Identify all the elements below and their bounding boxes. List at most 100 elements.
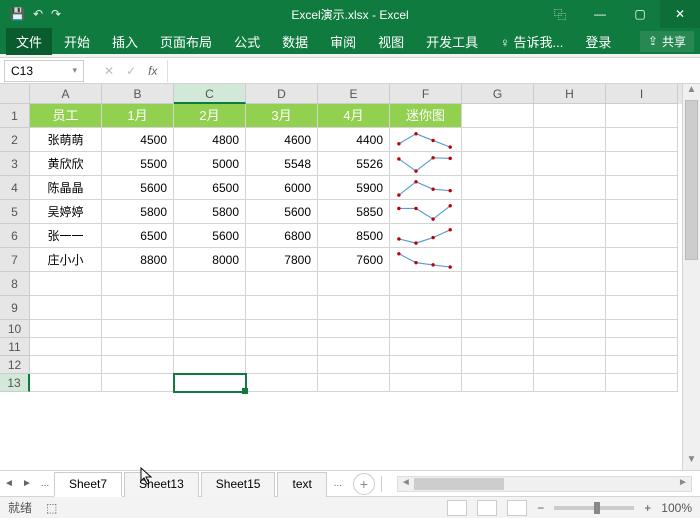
cell[interactable]: [462, 320, 534, 338]
page-layout-view-button[interactable]: [477, 500, 497, 516]
ribbon-options-icon[interactable]: ⿻: [540, 0, 580, 28]
cell[interactable]: [318, 272, 390, 296]
col-header-D[interactable]: D: [246, 84, 318, 104]
cell[interactable]: [318, 356, 390, 374]
cell[interactable]: [174, 272, 246, 296]
name-box[interactable]: C13 ▾: [4, 60, 84, 82]
close-button[interactable]: ✕: [660, 0, 700, 28]
cell[interactable]: [462, 296, 534, 320]
sheet-tab-Sheet13[interactable]: Sheet13: [124, 472, 199, 497]
row-header-11[interactable]: 11: [0, 338, 30, 356]
cell[interactable]: [606, 200, 678, 224]
minimize-button[interactable]: —: [580, 0, 620, 28]
cell[interactable]: [534, 320, 606, 338]
sparkline-cell[interactable]: [390, 176, 462, 200]
ribbon-tab-数据[interactable]: 数据: [272, 28, 318, 55]
cell[interactable]: [606, 272, 678, 296]
data-cell[interactable]: 6500: [102, 224, 174, 248]
cell[interactable]: [318, 338, 390, 356]
data-cell[interactable]: 8800: [102, 248, 174, 272]
cell[interactable]: [606, 128, 678, 152]
zoom-level[interactable]: 100%: [661, 501, 692, 515]
add-sheet-button[interactable]: +: [353, 473, 375, 495]
cell[interactable]: [462, 338, 534, 356]
ribbon-tab-插入[interactable]: 插入: [102, 28, 148, 55]
data-cell[interactable]: 5800: [174, 200, 246, 224]
table-header[interactable]: 迷你图: [390, 104, 462, 128]
cell[interactable]: [606, 338, 678, 356]
col-header-C[interactable]: C: [174, 84, 246, 104]
cell[interactable]: [246, 338, 318, 356]
cell[interactable]: [174, 374, 246, 392]
sheet-tab-Sheet15[interactable]: Sheet15: [201, 472, 276, 497]
zoom-in-button[interactable]: +: [644, 501, 651, 515]
scroll-right-icon[interactable]: ►: [675, 477, 691, 491]
ribbon-tell_me[interactable]: ♀ 告诉我...: [490, 28, 573, 55]
ribbon-tab-视图[interactable]: 视图: [368, 28, 414, 55]
data-cell[interactable]: 5600: [102, 176, 174, 200]
row-header-1[interactable]: 1: [0, 104, 30, 128]
sparkline-cell[interactable]: [390, 152, 462, 176]
employee-name[interactable]: 庄小小: [30, 248, 102, 272]
data-cell[interactable]: 4400: [318, 128, 390, 152]
horizontal-scrollbar[interactable]: ◄ ►: [397, 476, 692, 492]
ribbon-tab-开发工具[interactable]: 开发工具: [416, 28, 488, 55]
ribbon-tab-页面布局[interactable]: 页面布局: [150, 28, 222, 55]
cell[interactable]: [606, 320, 678, 338]
cell[interactable]: [30, 338, 102, 356]
cell[interactable]: [534, 128, 606, 152]
table-header[interactable]: 员工: [30, 104, 102, 128]
confirm-formula-icon[interactable]: ✓: [126, 64, 136, 78]
cell[interactable]: [390, 320, 462, 338]
cell[interactable]: [534, 248, 606, 272]
data-cell[interactable]: 8500: [318, 224, 390, 248]
page-break-view-button[interactable]: [507, 500, 527, 516]
cell[interactable]: [606, 296, 678, 320]
normal-view-button[interactable]: [447, 500, 467, 516]
employee-name[interactable]: 黄欣欣: [30, 152, 102, 176]
cell[interactable]: [390, 338, 462, 356]
cell[interactable]: [390, 356, 462, 374]
cell[interactable]: [246, 272, 318, 296]
cell[interactable]: [606, 374, 678, 392]
table-header[interactable]: 4月: [318, 104, 390, 128]
cell[interactable]: [534, 176, 606, 200]
cell[interactable]: [318, 374, 390, 392]
cell[interactable]: [534, 272, 606, 296]
col-header-A[interactable]: A: [30, 84, 102, 104]
data-cell[interactable]: 7600: [318, 248, 390, 272]
row-header-2[interactable]: 2: [0, 128, 30, 152]
data-cell[interactable]: 5500: [102, 152, 174, 176]
cell[interactable]: [390, 374, 462, 392]
vertical-scrollbar[interactable]: ▲ ▼: [682, 84, 700, 470]
cell[interactable]: [246, 356, 318, 374]
cell[interactable]: [318, 320, 390, 338]
cell[interactable]: [606, 224, 678, 248]
sparkline-cell[interactable]: [390, 248, 462, 272]
zoom-out-button[interactable]: −: [537, 501, 544, 515]
table-header[interactable]: 2月: [174, 104, 246, 128]
ribbon-tab-文件[interactable]: 文件: [6, 28, 52, 55]
macro-record-icon[interactable]: ⬚: [46, 501, 57, 515]
worksheet-grid[interactable]: ABCDEFGHI 1员工1月2月3月4月迷你图2张萌萌450048004600…: [0, 84, 682, 470]
cell[interactable]: [102, 338, 174, 356]
data-cell[interactable]: 7800: [246, 248, 318, 272]
sheet-overflow[interactable]: ...: [329, 478, 347, 489]
cell[interactable]: [462, 374, 534, 392]
table-header[interactable]: 3月: [246, 104, 318, 128]
scroll-up-icon[interactable]: ▲: [683, 84, 700, 100]
formula-bar[interactable]: [167, 60, 700, 82]
cell[interactable]: [246, 374, 318, 392]
data-cell[interactable]: 6500: [174, 176, 246, 200]
cell[interactable]: [606, 104, 678, 128]
data-cell[interactable]: 6000: [246, 176, 318, 200]
data-cell[interactable]: 5000: [174, 152, 246, 176]
employee-name[interactable]: 陈晶晶: [30, 176, 102, 200]
cell[interactable]: [174, 320, 246, 338]
employee-name[interactable]: 张一一: [30, 224, 102, 248]
chevron-down-icon[interactable]: ▾: [72, 65, 77, 76]
cell[interactable]: [462, 104, 534, 128]
data-cell[interactable]: 5526: [318, 152, 390, 176]
data-cell[interactable]: 5600: [174, 224, 246, 248]
employee-name[interactable]: 吴婷婷: [30, 200, 102, 224]
